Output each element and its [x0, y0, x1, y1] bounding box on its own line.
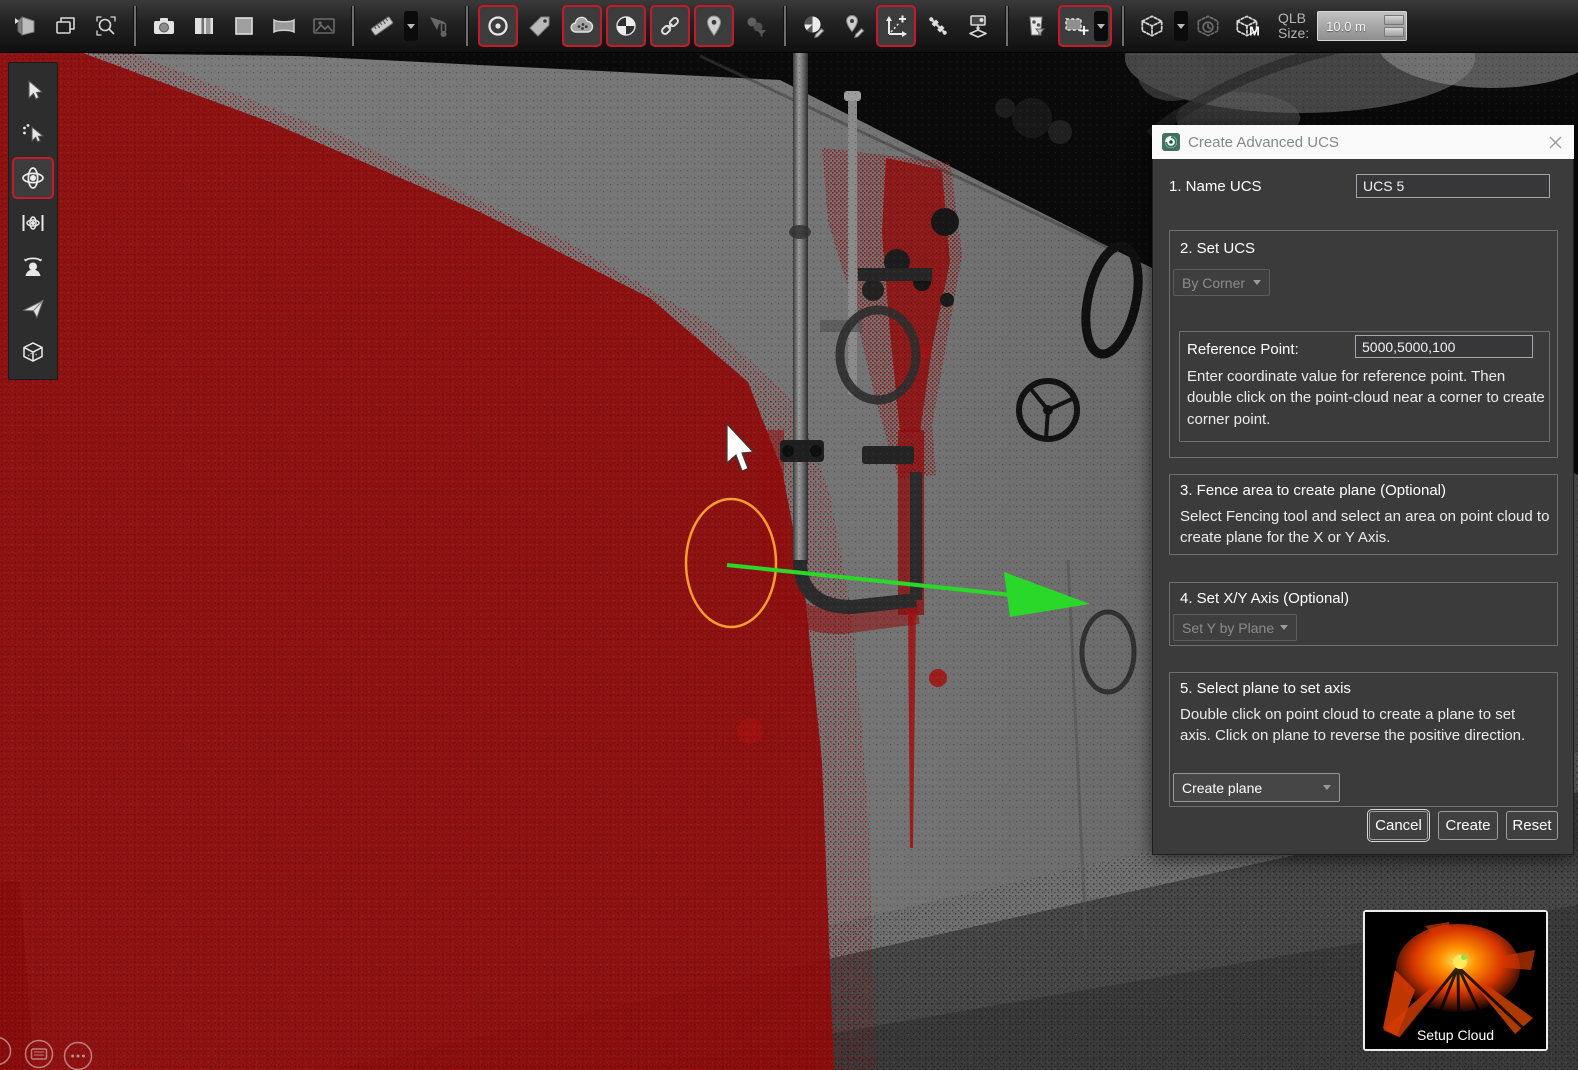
close-icon [1549, 136, 1562, 149]
create-button[interactable]: Create [1438, 811, 1498, 840]
point-cloud-button[interactable] [562, 5, 602, 47]
set-axis-dropdown[interactable]: Set Y by Plane [1173, 614, 1297, 641]
rect-selection-button[interactable] [1058, 5, 1112, 47]
split-view-button[interactable] [184, 4, 224, 48]
dialog-title: Create Advanced UCS [1188, 134, 1546, 151]
pick-temperature-button[interactable] [418, 4, 458, 48]
axis-create-button[interactable] [876, 5, 916, 47]
qlb-size-stepper[interactable] [1384, 15, 1404, 37]
reference-point-instructions: Enter coordinate value for reference poi… [1187, 366, 1545, 430]
fence-label: 3. Fence area to create plane (Optional) [1180, 482, 1446, 499]
measure-ruler-dropdown[interactable] [404, 11, 418, 41]
solid-view-button[interactable] [224, 4, 264, 48]
location-pin-button[interactable] [694, 5, 734, 47]
dialog-title-bar[interactable]: Create Advanced UCS [1152, 125, 1574, 159]
person-filter-button[interactable] [1016, 4, 1056, 48]
set-ucs-groupbox: 2. Set UCS By Corner Reference Point: En… [1169, 230, 1558, 458]
image-view-button[interactable] [304, 4, 344, 48]
cube-wireframe-dropdown[interactable] [1174, 11, 1188, 41]
dialog-app-icon [1162, 133, 1180, 151]
link-marker-button[interactable] [650, 5, 690, 47]
rod-tool-button[interactable] [918, 4, 958, 48]
qlb-size-label: QLB Size: [1278, 11, 1309, 41]
cube-m-button[interactable]: M [1228, 4, 1268, 48]
constrained-orbit-tool-button[interactable] [11, 201, 55, 244]
cube-m-letter: M [1249, 24, 1260, 39]
fence-groupbox: 3. Fence area to create plane (Optional)… [1169, 474, 1558, 555]
set-axis-groupbox: 4. Set X/Y Axis (Optional) Set Y by Plan… [1169, 582, 1558, 646]
create-plane-dropdown-value: Create plane [1182, 780, 1262, 796]
tag-button[interactable] [520, 4, 560, 48]
fly-tool-button[interactable] [11, 287, 55, 330]
select-plane-instructions: Double click on point cloud to create a … [1180, 704, 1548, 747]
set-ucs-dropdown-value: By Corner [1182, 275, 1245, 291]
pin-edit-button[interactable] [834, 4, 874, 48]
name-ucs-input[interactable] [1356, 174, 1550, 198]
set-ucs-dropdown[interactable]: By Corner [1173, 269, 1270, 296]
chevron-down-icon [1253, 280, 1261, 285]
main-toolbar: M QLB Size: [0, 0, 1578, 53]
close-button[interactable] [1546, 133, 1564, 151]
qlb-size-field[interactable] [1317, 11, 1407, 41]
set-ucs-label: 2. Set UCS [1180, 240, 1255, 257]
select-plane-groupbox: 5. Select plane to set axis Double click… [1169, 672, 1558, 807]
navigation-sidebar [8, 62, 58, 380]
zoom-selection-button[interactable] [86, 4, 126, 48]
rect-selection-dropdown[interactable] [1094, 11, 1108, 41]
create-plane-dropdown[interactable]: Create plane [1173, 773, 1340, 802]
chevron-down-icon [1323, 785, 1331, 790]
select-tool-button[interactable] [11, 69, 55, 112]
reference-point-input[interactable] [1355, 335, 1533, 358]
view-cube-tool-button[interactable] [11, 330, 55, 373]
reset-button[interactable]: Reset [1506, 811, 1558, 840]
qlb-size-input[interactable] [1318, 18, 1384, 35]
orbit-tool-button[interactable] [12, 157, 54, 199]
look-around-tool-button[interactable] [11, 244, 55, 287]
fence-instructions: Select Fencing tool and select an area o… [1180, 506, 1550, 549]
chevron-down-icon [1280, 625, 1288, 630]
create-advanced-ucs-dialog: Create Advanced UCS 1. Name UCS 2. Set U… [1152, 125, 1574, 855]
scan-view-button[interactable] [6, 4, 46, 48]
setup-cloud-label: Setup Cloud [1365, 1027, 1546, 1043]
target-circle-button[interactable] [478, 5, 518, 47]
pencil-icon [855, 29, 864, 38]
duplicate-view-button[interactable] [46, 4, 86, 48]
cancel-button[interactable]: Cancel [1369, 811, 1428, 840]
clipping-sphere-button[interactable] [606, 5, 646, 47]
set-axis-label: 4. Set X/Y Axis (Optional) [1180, 590, 1349, 607]
reference-point-groupbox: Reference Point: Enter coordinate value … [1179, 331, 1550, 442]
select-plane-label: 5. Select plane to set axis [1180, 680, 1351, 697]
people-filter-button[interactable] [736, 4, 776, 48]
dialog-body: 1. Name UCS 2. Set UCS By Corner Referen… [1152, 159, 1574, 855]
cube-wireframe-button[interactable] [1132, 4, 1172, 48]
setup-cloud-thumbnail[interactable]: Setup Cloud [1363, 910, 1548, 1051]
set-axis-dropdown-value: Set Y by Plane [1182, 620, 1274, 636]
measure-ruler-button[interactable] [362, 4, 402, 48]
select-similar-tool-button[interactable] [11, 112, 55, 155]
screenshot-camera-button[interactable] [144, 4, 184, 48]
name-ucs-label: 1. Name UCS [1169, 178, 1262, 195]
cube-history-button[interactable] [1188, 4, 1228, 48]
reference-point-label: Reference Point: [1187, 341, 1299, 358]
panorama-view-button[interactable] [264, 4, 304, 48]
screen-plan-button[interactable] [958, 4, 998, 48]
qlb-size-control: QLB Size: [1278, 11, 1407, 41]
sphere-edit-button[interactable] [794, 4, 834, 48]
